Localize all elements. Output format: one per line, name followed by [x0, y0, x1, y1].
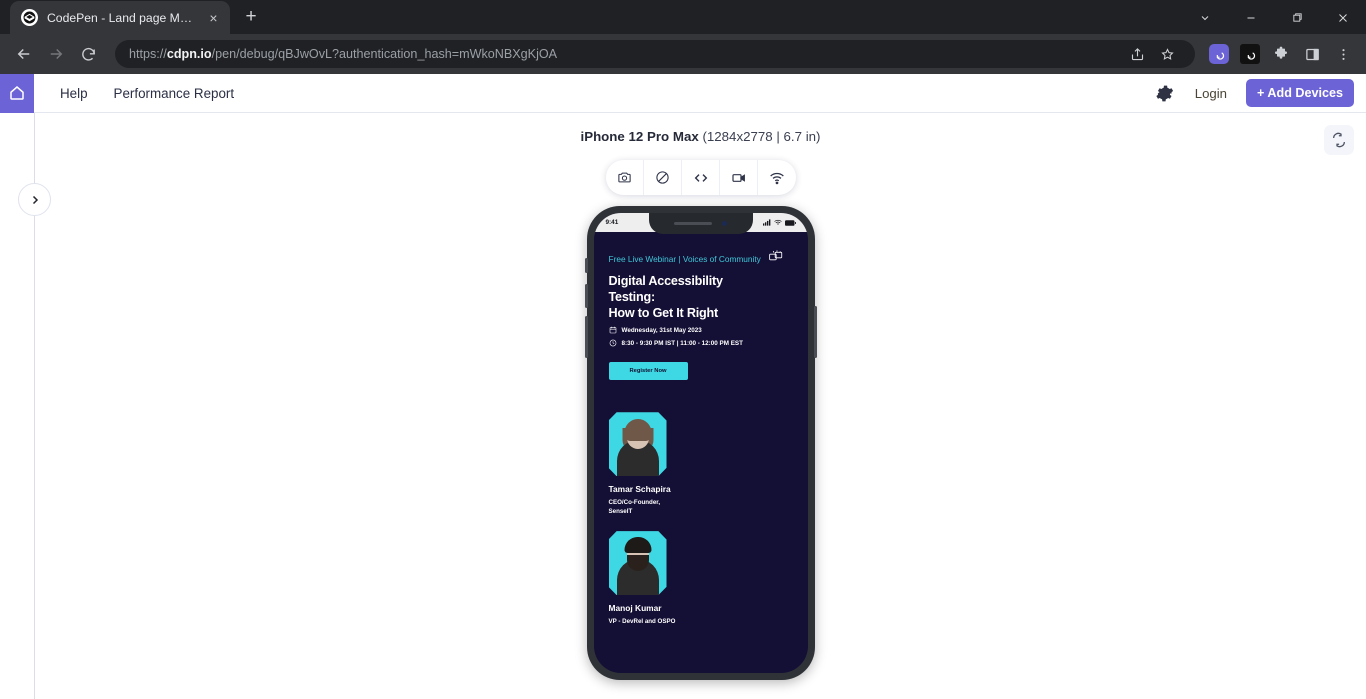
speaker-role: CEO/Co-Founder, SenseIT [609, 499, 793, 517]
speaker-role-line-1: VP - DevRel and OSPO [608, 618, 676, 626]
webinar-date: Wednesday, 31st May 2023 [621, 326, 702, 334]
url-text: https://cdpn.io/pen/debug/qBJwOvL?authen… [129, 47, 558, 61]
speaker-role: VP - DevRel and OSPO [609, 618, 793, 627]
status-time: 9:41 [605, 219, 619, 226]
network-throttle-icon[interactable] [758, 160, 795, 195]
gear-icon[interactable] [1154, 82, 1176, 104]
home-icon[interactable] [0, 73, 34, 113]
power-button [813, 306, 817, 358]
status-icons [762, 219, 796, 226]
chevron-right-icon[interactable] [18, 183, 51, 216]
browser-tab[interactable]: CodePen - Land page Masking × [10, 1, 230, 34]
speaker-card: Manoj Kumar VP - DevRel and OSPO [608, 531, 793, 627]
tab-title: CodePen - Land page Masking [47, 10, 196, 25]
speaker-role-line-1: CEO/Co-Founder, [608, 499, 661, 507]
battery-icon [784, 219, 796, 226]
front-camera [722, 221, 727, 226]
extension-blue-icon[interactable] [1205, 40, 1233, 68]
device-spec: (1284x2778 | 6.7 in) [702, 129, 821, 144]
bookmark-star-icon[interactable] [1153, 40, 1181, 68]
nav-item-performance-report[interactable]: Performance Report [114, 86, 235, 101]
device-frame-wrapper: 9:41 Free Live Webinar | Voices of Commu [584, 206, 817, 680]
address-bar[interactable]: https://cdpn.io/pen/debug/qBJwOvL?authen… [115, 40, 1195, 68]
record-video-icon[interactable] [720, 160, 759, 195]
speaker-role-line-2: SenseIT [608, 508, 633, 516]
device-title: iPhone 12 Pro Max (1284x2778 | 6.7 in) [35, 113, 1366, 144]
screenshot-camera-icon[interactable] [606, 160, 644, 195]
close-window-button[interactable] [1320, 1, 1366, 34]
device-screen[interactable]: 9:41 Free Live Webinar | Voices of Commu [593, 213, 808, 673]
speaker-name: Tamar Schapira [608, 484, 671, 495]
rotate-device-icon[interactable] [644, 160, 682, 195]
sync-icon[interactable] [1324, 125, 1354, 155]
heading-line-3: How to Get It Right [608, 306, 719, 321]
new-tab-button[interactable]: + [237, 3, 265, 31]
extension-area [1205, 40, 1357, 68]
speaker-name: Manoj Kumar [608, 603, 662, 614]
codepen-icon [21, 9, 38, 26]
register-now-button[interactable]: Register Now [608, 362, 688, 381]
calendar-icon [609, 326, 616, 334]
speaker-card: Tamar Schapira CEO/Co-Founder, SenseIT [608, 412, 793, 517]
speaker-avatar-female [608, 412, 667, 477]
earpiece-speaker [674, 221, 712, 226]
webinar-date-row: Wednesday, 31st May 2023 [609, 326, 793, 334]
speakers-section: Tamar Schapira CEO/Co-Founder, SenseIT M… [608, 412, 793, 627]
side-panel-icon[interactable] [1298, 40, 1326, 68]
device-workspace: iPhone 12 Pro Max (1284x2778 | 6.7 in) 9… [18, 113, 1366, 699]
add-devices-button[interactable]: + Add Devices [1246, 79, 1354, 107]
phone-status-bar: 9:41 [593, 213, 808, 234]
mute-switch [584, 258, 588, 273]
app-header-actions: Login + Add Devices [1154, 79, 1366, 107]
login-link[interactable]: Login [1195, 86, 1227, 101]
share-icon[interactable] [1123, 40, 1151, 68]
heading-line-1: Digital Accessibility [608, 273, 724, 288]
iphone-frame: 9:41 Free Live Webinar | Voices of Commu [584, 206, 817, 680]
webinar-heading: Digital Accessibility Testing: How to Ge… [609, 273, 793, 321]
chrome-menu-icon[interactable] [1329, 40, 1357, 68]
tab-search-button[interactable] [1182, 1, 1228, 34]
speaker-avatar-male [608, 531, 667, 596]
browser-title-bar: CodePen - Land page Masking × + [0, 0, 1366, 34]
back-button[interactable] [9, 39, 39, 69]
phone-notch [648, 213, 753, 234]
clock-icon [609, 339, 616, 347]
webinar-time: 8:30 - 9:30 PM IST | 11:00 - 12:00 PM ES… [621, 339, 743, 347]
puzzle-extensions-icon[interactable] [1267, 40, 1295, 68]
device-name: iPhone 12 Pro Max [580, 129, 699, 144]
app-nav: Help Performance Report [34, 86, 234, 101]
minimize-button[interactable] [1228, 1, 1274, 34]
webinar-landing-page: Free Live Webinar | Voices of Community … [594, 232, 808, 627]
window-controls [1182, 1, 1366, 34]
forward-button[interactable] [41, 39, 71, 69]
extension-black-icon[interactable] [1236, 40, 1264, 68]
close-tab-button[interactable]: × [205, 9, 222, 26]
chat-bubbles-icon [768, 250, 785, 269]
reload-button[interactable] [73, 39, 103, 69]
webinar-eyebrow: Free Live Webinar | Voices of Community [609, 250, 793, 269]
eyebrow-text: Free Live Webinar | Voices of Community [608, 254, 761, 264]
heading-line-2: Testing: [608, 289, 656, 304]
webinar-time-row: 8:30 - 9:30 PM IST | 11:00 - 12:00 PM ES… [609, 339, 793, 347]
cellular-signal-icon [762, 219, 770, 226]
device-toolbar [605, 160, 796, 195]
wifi-icon [773, 219, 782, 225]
maximize-button[interactable] [1274, 1, 1320, 34]
browser-toolbar: https://cdpn.io/pen/debug/qBJwOvL?authen… [0, 34, 1366, 74]
nav-item-help[interactable]: Help [60, 86, 88, 101]
inspect-code-icon[interactable] [682, 160, 721, 195]
app-header: Help Performance Report Login + Add Devi… [0, 73, 1366, 113]
